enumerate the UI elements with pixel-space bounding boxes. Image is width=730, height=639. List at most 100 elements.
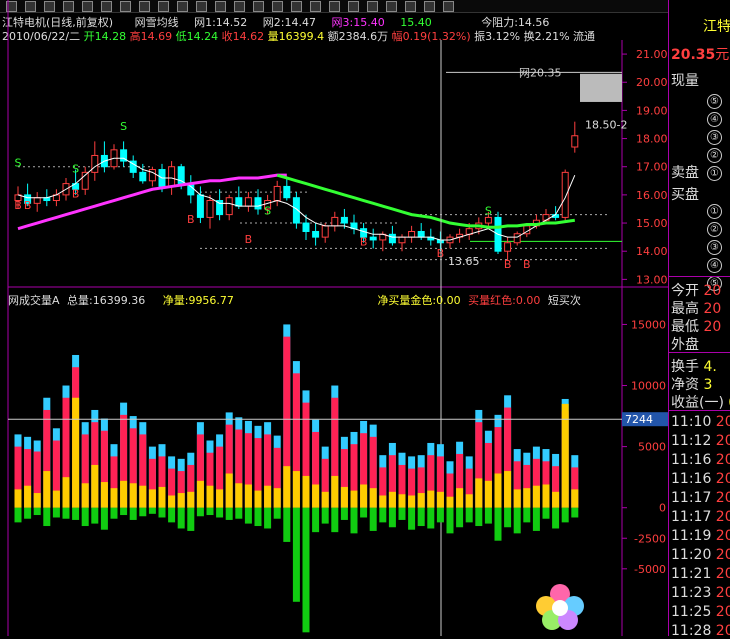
volume-bar-gold: [513, 489, 521, 508]
tick-time: 11:25: [671, 604, 712, 620]
volume-bar-green: [504, 507, 512, 528]
tick-row: 11:21 20: [671, 566, 730, 582]
signal-b-label: B: [72, 188, 80, 201]
volume-sell: 买量红色:0.00: [468, 294, 541, 307]
panel-now-vol: 现量: [671, 73, 699, 89]
volume-indicator-name[interactable]: 网成交量A: [8, 294, 60, 307]
panel-price: 20.35: [671, 47, 716, 63]
volume-bar-green: [235, 507, 243, 519]
volume-total: 总量:16399.36: [67, 294, 146, 307]
signal-s-label: S: [15, 157, 22, 170]
volume-bar-gold: [216, 489, 224, 508]
tick-value: 20: [715, 528, 730, 544]
volume-bar-green: [225, 507, 233, 520]
price-tick-label: 18.00: [636, 133, 668, 146]
tick-row: 11:16 20: [671, 452, 730, 468]
volume-bar-gold: [552, 491, 560, 508]
volume-bar-green: [494, 507, 502, 541]
volume-bar-green: [360, 507, 368, 518]
tick-value: 20: [715, 414, 730, 430]
volume-bar-gold: [417, 493, 425, 508]
tick-value: 20: [715, 509, 730, 525]
volume-bar-green: [312, 507, 320, 533]
volume-bar-green: [72, 507, 80, 520]
volume-bar-gold: [465, 494, 473, 508]
panel-earn: 收益(一): [671, 395, 724, 411]
volume-bar-green: [408, 507, 416, 530]
candle-body: [321, 225, 329, 238]
level-row: ③: [671, 238, 722, 255]
panel-high-v: 20: [703, 301, 722, 317]
chart-area[interactable]: 13.00 14.00 15.00 16.00 17.00 18.00 19.00 20.00…: [0, 0, 668, 636]
level-row: ⑤: [671, 92, 722, 109]
volume-bar-green: [561, 507, 569, 523]
volume-bar-gold: [340, 486, 348, 508]
price-tick-label: 19.00: [636, 104, 668, 117]
volume-bar-gold: [446, 496, 454, 508]
volume-bar-green: [456, 507, 464, 528]
volume-bar-gold: [350, 490, 358, 508]
volume-bar-gold: [62, 477, 70, 508]
level-number: ④: [707, 112, 722, 127]
tick-time: 11:17: [671, 490, 712, 506]
volume-bar-gold: [168, 495, 176, 508]
volume-bar-gold: [158, 486, 166, 508]
candle-body: [331, 216, 339, 227]
tick-row: 11:10 20: [671, 414, 730, 430]
candle-body: [225, 197, 233, 216]
level-number: ①: [707, 204, 722, 219]
signal-b-label: B: [504, 258, 512, 271]
volume-tick-label: 15000: [631, 318, 666, 331]
volume-bar-gold: [398, 494, 406, 508]
level-row: ④: [671, 256, 722, 273]
volume-bar-gold: [33, 493, 41, 508]
tick-time: 11:16: [671, 471, 712, 487]
candle-body: [369, 236, 377, 241]
volume-bar-green: [436, 507, 444, 523]
volume-bar-green: [254, 507, 262, 527]
price-tick-label: 14.00: [636, 245, 668, 258]
tick-value: 20: [715, 433, 730, 449]
volume-bar-gold: [187, 491, 195, 508]
volume-bar-gold: [225, 473, 233, 508]
volume-tick-label: -5000: [634, 563, 666, 576]
crosshair-value-label: 7244: [625, 413, 653, 426]
tick-value: 20: [715, 452, 730, 468]
volume-bar-gold: [14, 489, 22, 508]
tick-time: 11:23: [671, 585, 712, 601]
volume-short: 短买次: [547, 294, 581, 307]
volume-bar-green: [465, 507, 473, 523]
volume-bar-gold: [321, 491, 329, 508]
tick-time: 11:20: [671, 547, 712, 563]
panel-bid: 买盘: [671, 187, 699, 203]
candle-body: [33, 197, 41, 204]
volume-bar-gold: [148, 489, 156, 508]
signal-b-label: B: [14, 199, 22, 212]
level-row: ②: [671, 146, 722, 163]
panel-low: 最低: [671, 319, 699, 335]
volume-bar-green: [571, 507, 579, 518]
panel-unit: 元: [715, 47, 730, 63]
price-tick-label: 16.00: [636, 189, 668, 202]
volume-bar-green: [513, 507, 521, 534]
volume-bar-gold: [427, 490, 435, 508]
candle-body: [408, 230, 416, 238]
volume-tick-label: 5000: [638, 441, 666, 454]
candle-body: [168, 166, 176, 187]
volume-bar-green: [379, 507, 387, 523]
volume-bar-gold: [235, 483, 243, 508]
volume-bar-gold: [494, 473, 502, 508]
tick-time: 11:28: [671, 623, 712, 639]
volume-bar-gold: [139, 485, 147, 508]
signal-s-label: S: [485, 205, 492, 218]
volume-bar-green: [62, 507, 70, 519]
candle-body: [302, 222, 310, 232]
volume-bar-gold: [100, 482, 108, 508]
tick-value: 20: [715, 471, 730, 487]
volume-bar-gold: [388, 491, 396, 508]
tick-value: 20: [715, 547, 730, 563]
level-row: ③: [671, 128, 722, 145]
volume-bar-gold: [120, 480, 128, 508]
volume-tick-label: -2500: [634, 532, 666, 545]
watermark-flower-icon: [536, 584, 584, 630]
